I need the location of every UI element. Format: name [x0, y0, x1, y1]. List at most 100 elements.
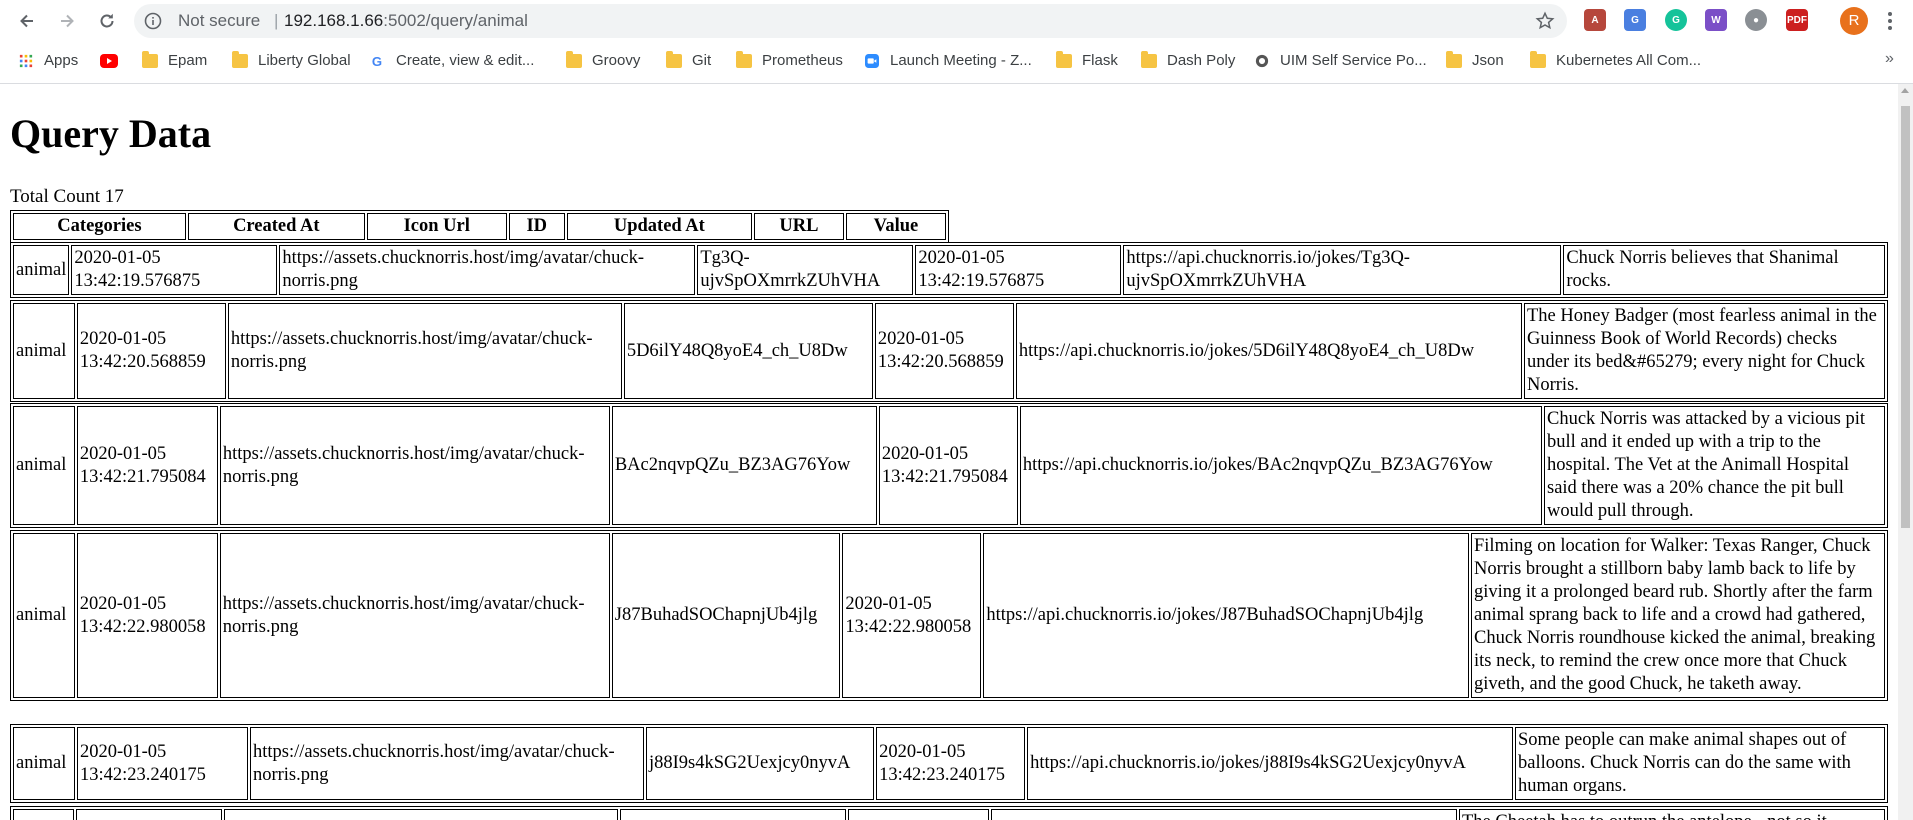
cell-id: j88I9s4kSG2Uexjcy0nyvA: [645, 727, 875, 800]
cell-url: https://api.chucknorris.io/jokes/J87Buha…: [983, 533, 1469, 698]
bookmarks-bar: Apps Epam Liberty Global G Create, view …: [0, 44, 1913, 78]
bookmark-zoom[interactable]: Launch Meeting - Z...: [864, 50, 1032, 72]
folder-icon: [566, 51, 582, 68]
header-id: ID: [508, 213, 565, 240]
bookmark-label: Liberty Global: [258, 52, 351, 69]
browser-chrome: Not secure | 192.168.1.66:5002/query/ani…: [0, 0, 1913, 84]
bookmark-dash-poly[interactable]: Dash Poly: [1141, 50, 1235, 72]
cell-value: Chuck Norris was attacked by a vicious p…: [1544, 406, 1885, 525]
bookmark-star-icon[interactable]: [1535, 11, 1555, 31]
cell-updated-at: [848, 809, 989, 820]
cell-id: J87BuhadSOChapnjUb4jlg: [611, 533, 841, 698]
cell-value: The Cheetah has to outrun the antelope -…: [1459, 809, 1885, 820]
info-icon[interactable]: [144, 12, 162, 30]
cell-category: animal: [13, 303, 75, 399]
back-arrow-icon: [20, 14, 33, 28]
address-separator: |: [274, 11, 279, 30]
folder-icon: [736, 51, 752, 68]
folder-icon: [1446, 51, 1462, 68]
google-icon: G: [372, 54, 382, 68]
header-icon-url: Icon Url: [366, 213, 507, 240]
bookmarks-overflow-chevron-icon[interactable]: »: [1885, 50, 1894, 68]
folder-icon: [1056, 51, 1072, 68]
extension-purple-icon[interactable]: W: [1705, 9, 1727, 31]
cell-created-at: [76, 809, 222, 820]
url-host: 192.168.1.66: [284, 11, 384, 30]
cell-updated-at: 2020-01-05 13:42:19.576875: [915, 245, 1122, 295]
cell-value: Chuck Norris believes that Shanimal rock…: [1563, 245, 1885, 295]
cell-updated-at: 2020-01-05 13:42:21.795084: [878, 406, 1018, 525]
reload-icon: [100, 13, 114, 28]
header-value: Value: [845, 213, 946, 240]
bookmark-label: Epam: [168, 52, 208, 69]
folder-icon: [1141, 51, 1157, 68]
grammarly-extension-icon[interactable]: G: [1665, 9, 1687, 31]
extension-gray-icon[interactable]: ●: [1745, 9, 1767, 31]
cell-value: Some people can make animal shapes out o…: [1515, 727, 1885, 800]
bookmark-apps[interactable]: Apps: [18, 50, 78, 72]
profile-avatar[interactable]: R: [1840, 7, 1868, 35]
more-menu-icon[interactable]: [1880, 9, 1900, 33]
bookmark-label: Launch Meeting - Z...: [890, 52, 1032, 69]
cell-id: [620, 809, 846, 820]
scroll-up-arrow-icon[interactable]: [1901, 88, 1909, 93]
header-created-at: Created At: [187, 213, 365, 240]
address-bar[interactable]: Not secure | 192.168.1.66:5002/query/ani…: [134, 4, 1567, 38]
cell-created-at: 2020-01-05 13:42:22.980058: [76, 533, 218, 698]
table-row: animal 2020-01-05 13:42:22.980058 https:…: [10, 530, 1888, 701]
page-content: Query Data Total Count 17 Categories Cre…: [0, 84, 1898, 820]
folder-icon: [142, 51, 158, 68]
bookmark-liberty-global[interactable]: Liberty Global: [232, 50, 351, 72]
bookmark-epam[interactable]: Epam: [142, 50, 207, 72]
bookmark-youtube[interactable]: [100, 50, 128, 72]
bookmark-kubernetes[interactable]: Kubernetes All Com...: [1530, 50, 1701, 72]
bookmark-uim[interactable]: UIM Self Service Po...: [1254, 50, 1427, 72]
cell-category: animal: [13, 245, 70, 295]
table-row: animal 2020-01-05 13:42:20.568859 https:…: [10, 300, 1888, 402]
bookmark-groovy[interactable]: Groovy: [566, 50, 640, 72]
cell-category: animal: [13, 406, 75, 525]
browser-toolbar: Not secure | 192.168.1.66:5002/query/ani…: [0, 0, 1913, 42]
cell-url: https://api.chucknorris.io/jokes/BAc2nqv…: [1019, 406, 1542, 525]
cell-category: animal: [13, 533, 75, 698]
bookmark-json[interactable]: Json: [1446, 50, 1504, 72]
vertical-scrollbar[interactable]: [1898, 84, 1913, 820]
forward-button[interactable]: [52, 6, 82, 36]
cell-icon-url: https://assets.chucknorris.host/img/avat…: [227, 303, 622, 399]
cell-category: animal: [13, 727, 75, 800]
translate-extension-icon[interactable]: G: [1624, 9, 1646, 31]
zoom-icon: [865, 54, 879, 68]
bookmark-label: Apps: [44, 52, 79, 69]
table-row: The Cheetah has to outrun the antelope -…: [10, 806, 1888, 820]
cell-url: https://api.chucknorris.io/jokes/5D6ilY4…: [1015, 303, 1522, 399]
cell-id: Tg3Q-ujvSpOXmrrkZUhVHA: [697, 245, 914, 295]
bookmark-label: Git: [692, 52, 712, 69]
bookmark-google-docs[interactable]: G Create, view & edit...: [370, 50, 535, 72]
cell-id: BAc2nqvpQZu_BZ3AG76Yow: [611, 406, 877, 525]
pdf-extension-icon[interactable]: PDF: [1786, 9, 1808, 31]
acrobat-extension-icon[interactable]: A: [1584, 9, 1606, 31]
bookmark-label: Kubernetes All Com...: [1556, 52, 1702, 69]
table-row: animal 2020-01-05 13:42:23.240175 https:…: [10, 724, 1888, 803]
cell-id: 5D6ilY48Q8yoE4_ch_U8Dw: [623, 303, 873, 399]
youtube-icon: [100, 54, 118, 68]
cell-icon-url: https://assets.chucknorris.host/img/avat…: [219, 533, 610, 698]
cell-url: https://api.chucknorris.io/jokes/j88I9s4…: [1027, 727, 1513, 800]
column-header-table: Categories Created At Icon Url ID Update…: [10, 210, 949, 243]
cell-updated-at: 2020-01-05 13:42:22.980058: [842, 533, 982, 698]
bookmark-git[interactable]: Git: [666, 50, 711, 72]
total-count: Total Count 17: [10, 186, 124, 207]
bookmark-label: Flask: [1082, 52, 1118, 69]
url-text[interactable]: 192.168.1.66:5002/query/animal: [284, 4, 528, 38]
back-button[interactable]: [12, 6, 42, 36]
bookmark-label: Groovy: [592, 52, 641, 69]
folder-icon: [1530, 51, 1546, 68]
bookmark-label: Prometheus: [762, 52, 843, 69]
scrollbar-thumb[interactable]: [1901, 106, 1910, 528]
header-updated-at: Updated At: [566, 213, 752, 240]
cell-icon-url: https://assets.chucknorris.host/img/avat…: [219, 406, 610, 525]
bookmark-prometheus[interactable]: Prometheus: [736, 50, 843, 72]
security-label: Not secure: [178, 11, 261, 30]
reload-button[interactable]: [92, 6, 122, 36]
bookmark-flask[interactable]: Flask: [1056, 50, 1118, 72]
